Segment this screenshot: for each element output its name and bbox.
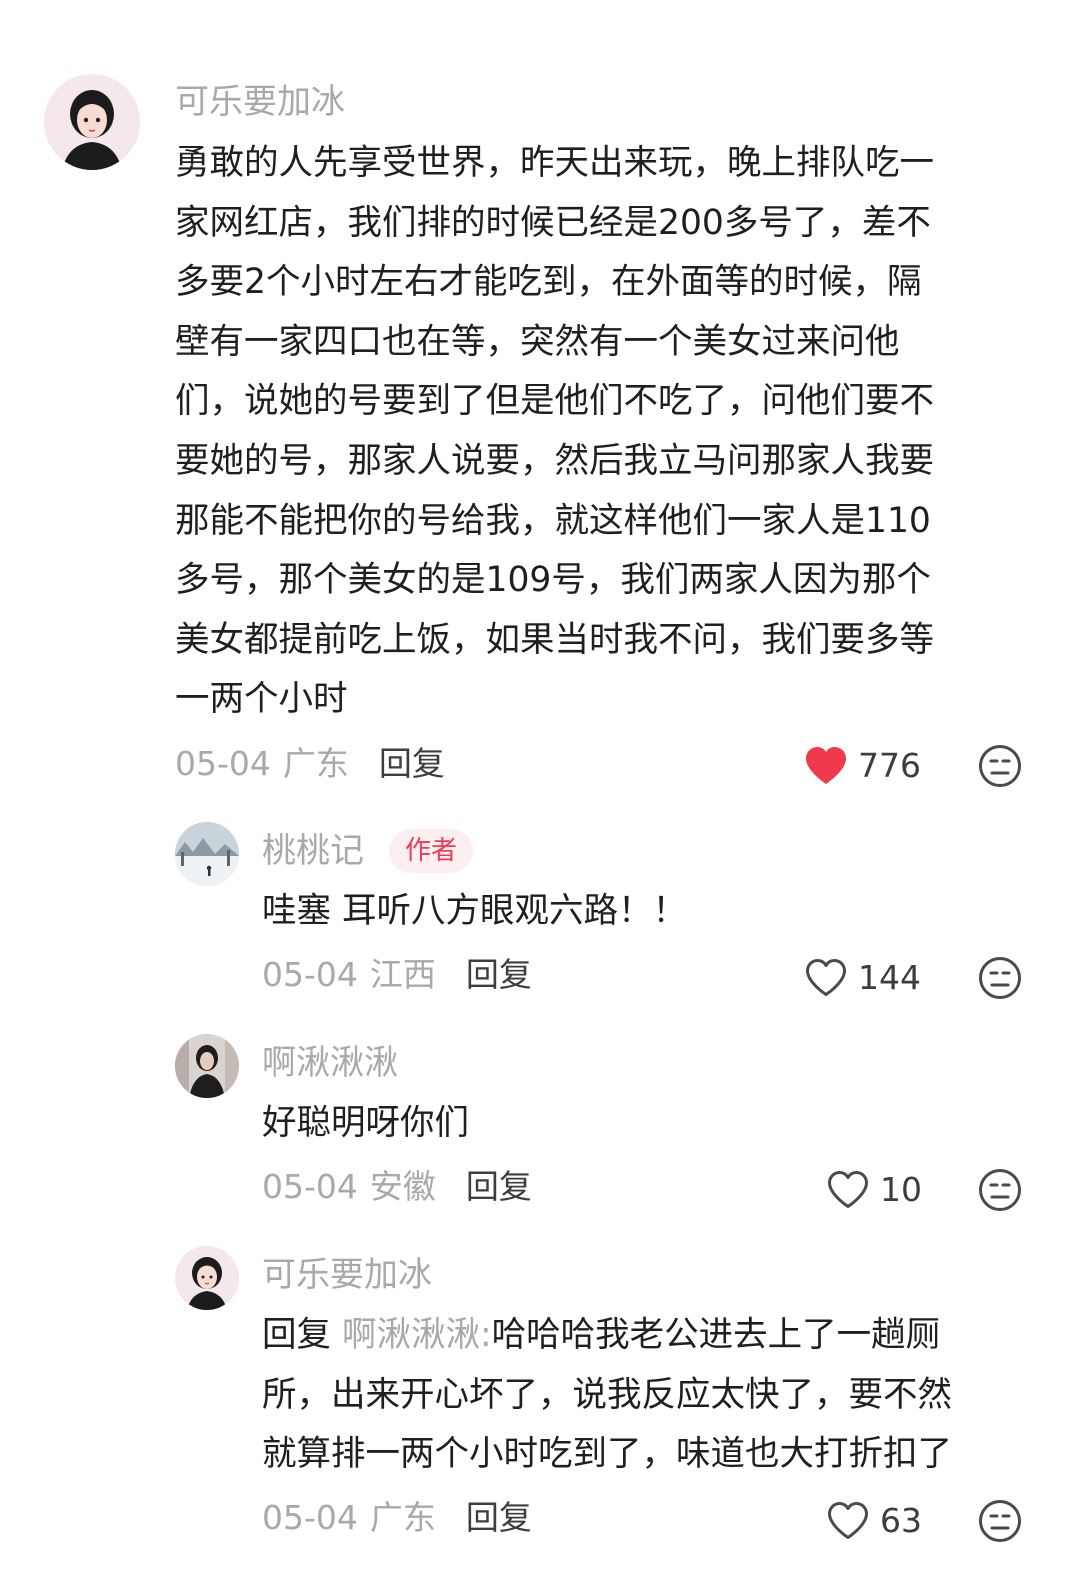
comment-meta: 05-04 广东 回复: [262, 1498, 532, 1538]
comment-text: 回复 啊湫湫湫:哈哈哈我老公进去上了一趟厕 所，出来开心坏了，说我反应太快了，要…: [262, 1306, 952, 1485]
heart-outline-icon: [828, 1502, 868, 1539]
text-line: 就算排一两个小时吃到了，味道也大打折扣了: [262, 1434, 952, 1475]
reply-text: 哈哈哈我老公进去上了一趟厕: [491, 1315, 941, 1355]
comment-location: 广东: [369, 1498, 436, 1537]
avatar[interactable]: [175, 1246, 239, 1310]
reply-item: 可乐要加冰 回复 啊湫湫湫:哈哈哈我老公进去上了一趟厕 所，出来开心坏了，说我反…: [0, 0, 1080, 1588]
dislike-button[interactable]: [978, 1499, 1022, 1543]
reply-target-username[interactable]: 啊湫湫湫:: [342, 1315, 492, 1355]
comment-list: 可乐要加冰 勇敢的人先享受世界，昨天出来玩，晚上排队吃一 家网红店，我们排的时候…: [0, 0, 1080, 1588]
username[interactable]: 可乐要加冰: [262, 1255, 432, 1295]
reply-button[interactable]: 回复: [466, 1498, 532, 1537]
comment-date: 05-04: [262, 1498, 358, 1537]
text-line: 所，出来开心坏了，说我反应太快了，要不然: [262, 1374, 952, 1415]
text-line: 回复 啊湫湫湫:哈哈哈我老公进去上了一趟厕: [262, 1306, 952, 1366]
like-button[interactable]: 63: [826, 1499, 922, 1543]
reply-prefix: 回复: [262, 1315, 331, 1355]
girl-portrait-avatar-icon: [175, 1246, 239, 1310]
neutral-face-icon: [979, 1500, 1021, 1542]
like-count: 63: [880, 1501, 922, 1540]
